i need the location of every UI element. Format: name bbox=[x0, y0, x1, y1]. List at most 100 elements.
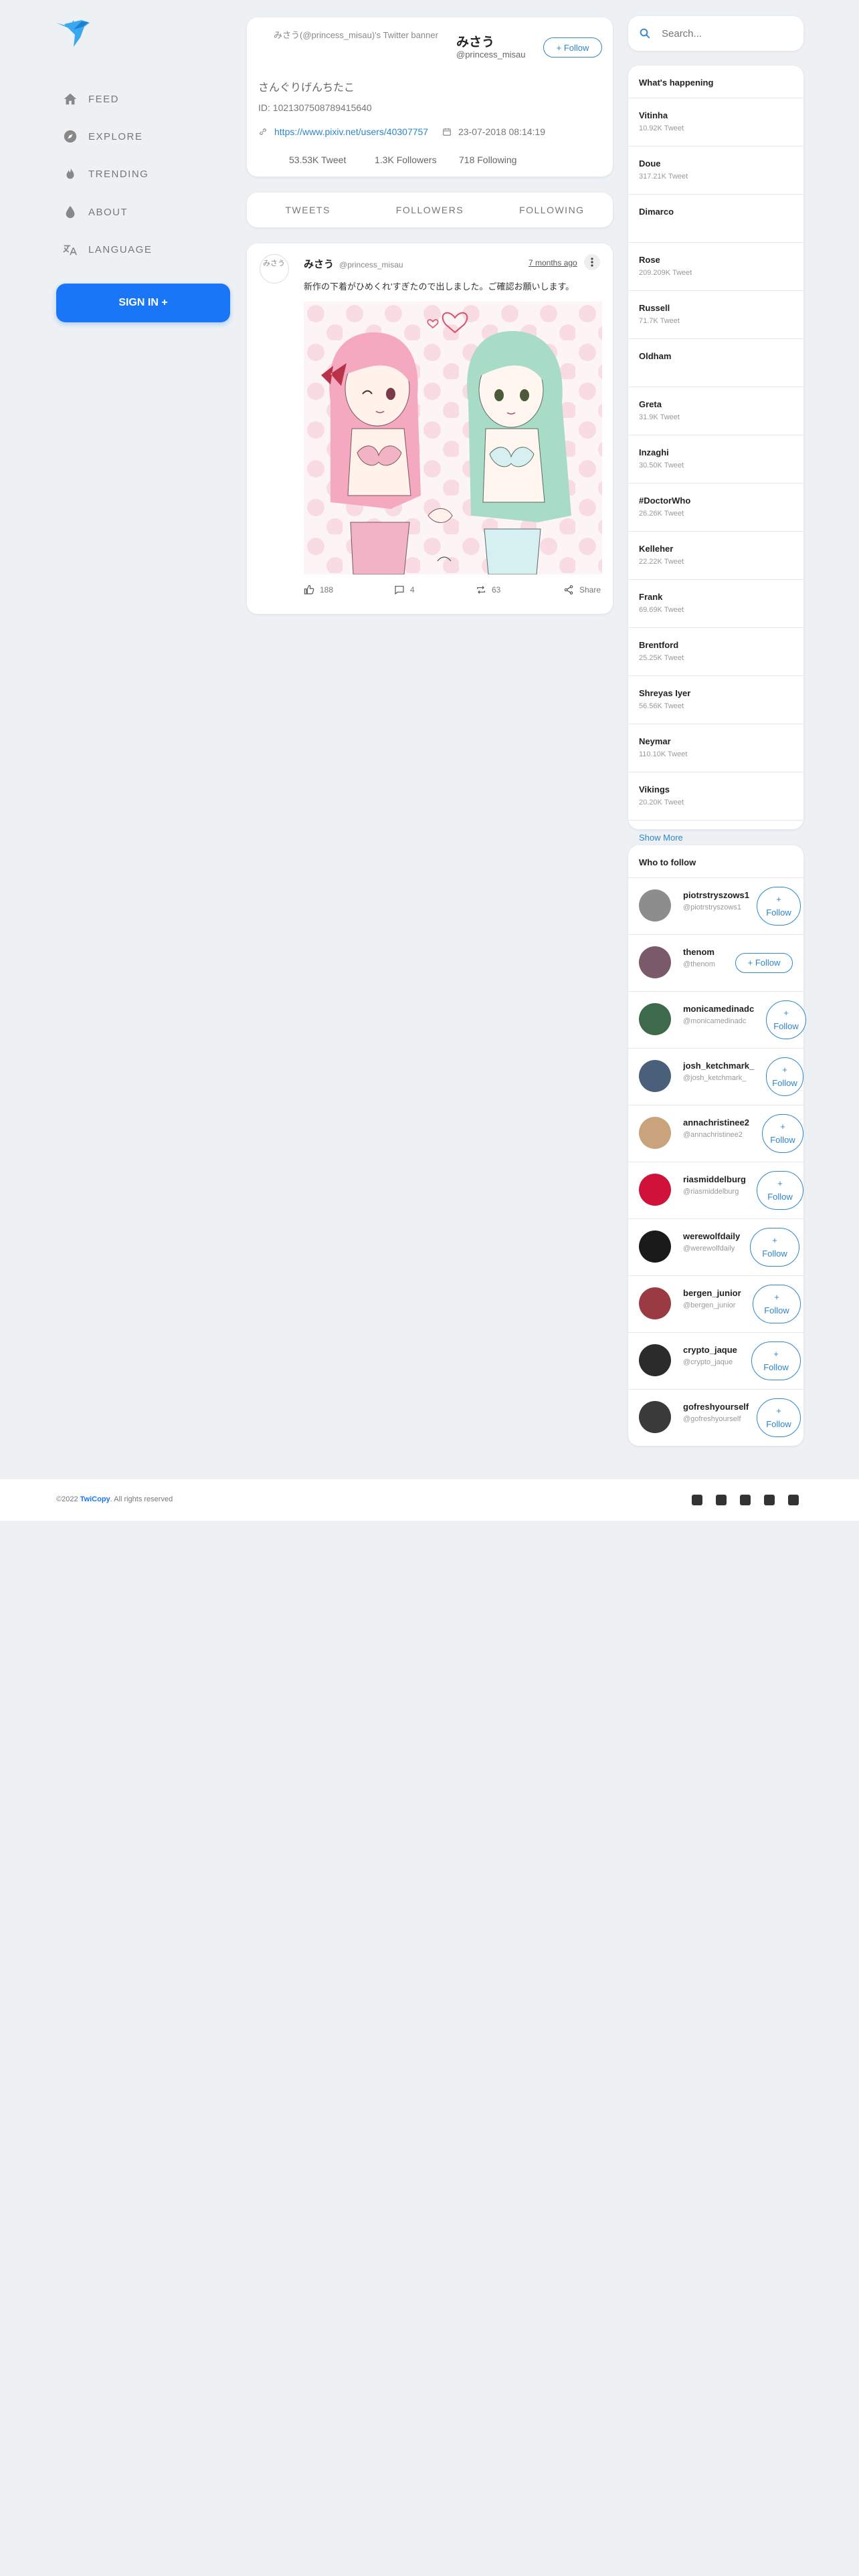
nav-item-language[interactable]: LANGUAGE bbox=[63, 237, 264, 261]
follow-button[interactable]: + Follow bbox=[750, 1228, 799, 1267]
suggestion-name[interactable]: werewolfdaily bbox=[683, 1231, 757, 1241]
retweet-icon bbox=[477, 586, 485, 594]
suggestion-name[interactable]: piotrstryszows1 bbox=[683, 890, 757, 900]
search-input[interactable] bbox=[662, 27, 789, 39]
trend-count: 25.25K Tweet bbox=[639, 654, 684, 662]
avatar[interactable] bbox=[639, 1003, 671, 1035]
comment-button[interactable]: 4 bbox=[394, 584, 415, 595]
tweet-text: 新作の下着がひめくれ'すぎたので出しました。ご確認お願いします。 bbox=[304, 282, 575, 292]
trend-item[interactable]: Brentford 25.25K Tweet bbox=[628, 627, 803, 675]
trend-item[interactable]: Vitinha 10.92K Tweet bbox=[628, 98, 803, 146]
trend-name: Doue bbox=[639, 158, 661, 169]
trend-item[interactable]: Frank 69.69K Tweet bbox=[628, 579, 803, 627]
avatar[interactable] bbox=[639, 1344, 671, 1376]
follow-button[interactable]: + Follow bbox=[766, 1057, 803, 1096]
tab-following[interactable]: FOLLOWING bbox=[491, 205, 613, 215]
trend-name: Vikings bbox=[639, 784, 670, 794]
more-options-icon[interactable] bbox=[584, 254, 600, 270]
avatar[interactable] bbox=[639, 1117, 671, 1149]
follow-button[interactable]: + Follow bbox=[757, 1171, 803, 1210]
profile-follow-button[interactable]: + Follow bbox=[543, 37, 602, 58]
profile-id: ID: 1021307508789415640 bbox=[258, 102, 372, 113]
trend-name: Frank bbox=[639, 592, 663, 602]
tab-tweets[interactable]: TWEETS bbox=[247, 205, 369, 215]
trend-name: Neymar bbox=[639, 736, 671, 746]
suggestion-name[interactable]: monicamedinadc bbox=[683, 1004, 757, 1014]
suggestion-handle: @josh_ketchmark_ bbox=[683, 1074, 747, 1082]
trend-item[interactable]: Russell 71.7K Tweet bbox=[628, 290, 803, 338]
trend-item[interactable]: Dimarco bbox=[628, 194, 803, 242]
like-button[interactable]: 188 bbox=[304, 584, 333, 595]
tweet-time[interactable]: 7 months ago bbox=[529, 258, 577, 267]
trend-count: 69.69K Tweet bbox=[639, 606, 684, 614]
search-box[interactable] bbox=[628, 16, 803, 51]
tweet-author-name[interactable]: みさう bbox=[304, 257, 334, 271]
instagram-icon[interactable] bbox=[788, 1495, 799, 1505]
follow-button[interactable]: + Follow bbox=[766, 1000, 806, 1039]
brand-link[interactable]: TwiCopy bbox=[80, 1495, 110, 1503]
trend-item[interactable]: Kelleher 22.22K Tweet bbox=[628, 531, 803, 579]
suggestion-name[interactable]: josh_ketchmark_ bbox=[683, 1061, 757, 1071]
suggestion-name[interactable]: gofreshyourself bbox=[683, 1402, 757, 1412]
trend-item[interactable]: Greta 31.9K Tweet bbox=[628, 387, 803, 435]
avatar[interactable] bbox=[639, 1174, 671, 1206]
avatar[interactable] bbox=[639, 1401, 671, 1433]
tab-followers[interactable]: FOLLOWERS bbox=[369, 205, 490, 215]
suggestion-handle: @annachristinee2 bbox=[683, 1131, 743, 1139]
follow-button[interactable]: + Follow bbox=[751, 1341, 801, 1380]
avatar[interactable] bbox=[639, 889, 671, 922]
compass-icon bbox=[64, 130, 77, 143]
suggestion-name[interactable]: bergen_junior bbox=[683, 1288, 757, 1298]
share-button[interactable]: Share bbox=[563, 584, 601, 595]
trend-item[interactable]: Neymar 110.10K Tweet bbox=[628, 724, 803, 772]
who-to-follow-panel: Who to follow piotrstryszows1 @piotrstrys… bbox=[628, 845, 806, 1446]
avatar[interactable] bbox=[639, 1230, 671, 1263]
suggestion-name[interactable]: crypto_jaque bbox=[683, 1345, 757, 1355]
trend-item[interactable]: Doue 317.21K Tweet bbox=[628, 146, 803, 194]
profile-following-count[interactable]: 718 Following bbox=[459, 154, 516, 165]
trend-count: 10.92K Tweet bbox=[639, 124, 684, 132]
trend-item[interactable]: #DoctorWho 26.26K Tweet bbox=[628, 483, 803, 531]
sign-in-button[interactable]: SIGN IN + bbox=[56, 284, 230, 322]
trend-item[interactable]: Vikings 20.20K Tweet bbox=[628, 772, 803, 820]
tweet-illustration-image[interactable] bbox=[304, 302, 602, 574]
suggestion-handle: @gofreshyourself bbox=[683, 1415, 741, 1423]
avatar[interactable] bbox=[639, 1287, 671, 1319]
fire-icon bbox=[66, 167, 74, 179]
profile-link[interactable]: https://www.pixiv.net/users/40307757 bbox=[274, 126, 428, 137]
trend-count: 110.10K Tweet bbox=[639, 750, 688, 758]
trend-item[interactable]: Rose 209.209K Tweet bbox=[628, 242, 803, 290]
profile-followers-count[interactable]: 1.3K Followers bbox=[375, 154, 437, 165]
nav-item-about[interactable]: ABOUT bbox=[63, 200, 264, 224]
trend-name: Oldham bbox=[639, 351, 672, 361]
trend-item[interactable]: Inzaghi 30.50K Tweet bbox=[628, 435, 803, 483]
follow-button[interactable]: + Follow bbox=[735, 953, 793, 973]
nav-item-feed[interactable]: FEED bbox=[63, 87, 264, 111]
trend-count: 22.22K Tweet bbox=[639, 558, 684, 566]
facebook-icon[interactable] bbox=[692, 1495, 702, 1505]
suggestion-name[interactable]: riasmiddelburg bbox=[683, 1174, 757, 1184]
logo-bird-icon[interactable] bbox=[55, 17, 92, 48]
avatar[interactable] bbox=[639, 1060, 671, 1092]
follow-button[interactable]: + Follow bbox=[757, 1398, 801, 1437]
twitter-icon[interactable] bbox=[716, 1495, 727, 1505]
trend-item[interactable]: Shreyas Iyer 56.56K Tweet bbox=[628, 675, 803, 724]
avatar[interactable] bbox=[639, 946, 671, 978]
trend-name: Kelleher bbox=[639, 544, 674, 554]
retweet-button[interactable]: 63 bbox=[476, 584, 500, 595]
trend-item[interactable]: Oldham bbox=[628, 338, 803, 387]
tweet-avatar[interactable]: みさう bbox=[260, 254, 289, 284]
trend-name: Rose bbox=[639, 255, 660, 265]
follow-suggestion: monicamedinadc @monicamedinadc + Follow bbox=[628, 991, 806, 1048]
nav-item-explore[interactable]: EXPLORE bbox=[63, 124, 264, 148]
follow-button[interactable]: + Follow bbox=[757, 887, 801, 926]
follow-suggestion: crypto_jaque @crypto_jaque + Follow bbox=[628, 1332, 803, 1389]
youtube-icon[interactable] bbox=[764, 1495, 775, 1505]
nav-item-trending[interactable]: TRENDING bbox=[63, 162, 264, 186]
linkedin-icon[interactable] bbox=[740, 1495, 751, 1505]
follow-button[interactable]: + Follow bbox=[762, 1114, 803, 1153]
profile-joined: 23-07-2018 08:14:19 bbox=[458, 126, 545, 137]
footer: ©2022 TwiCopy. All rights reserved bbox=[0, 1479, 859, 1521]
follow-button[interactable]: + Follow bbox=[753, 1285, 801, 1323]
suggestion-name[interactable]: annachristinee2 bbox=[683, 1117, 757, 1128]
